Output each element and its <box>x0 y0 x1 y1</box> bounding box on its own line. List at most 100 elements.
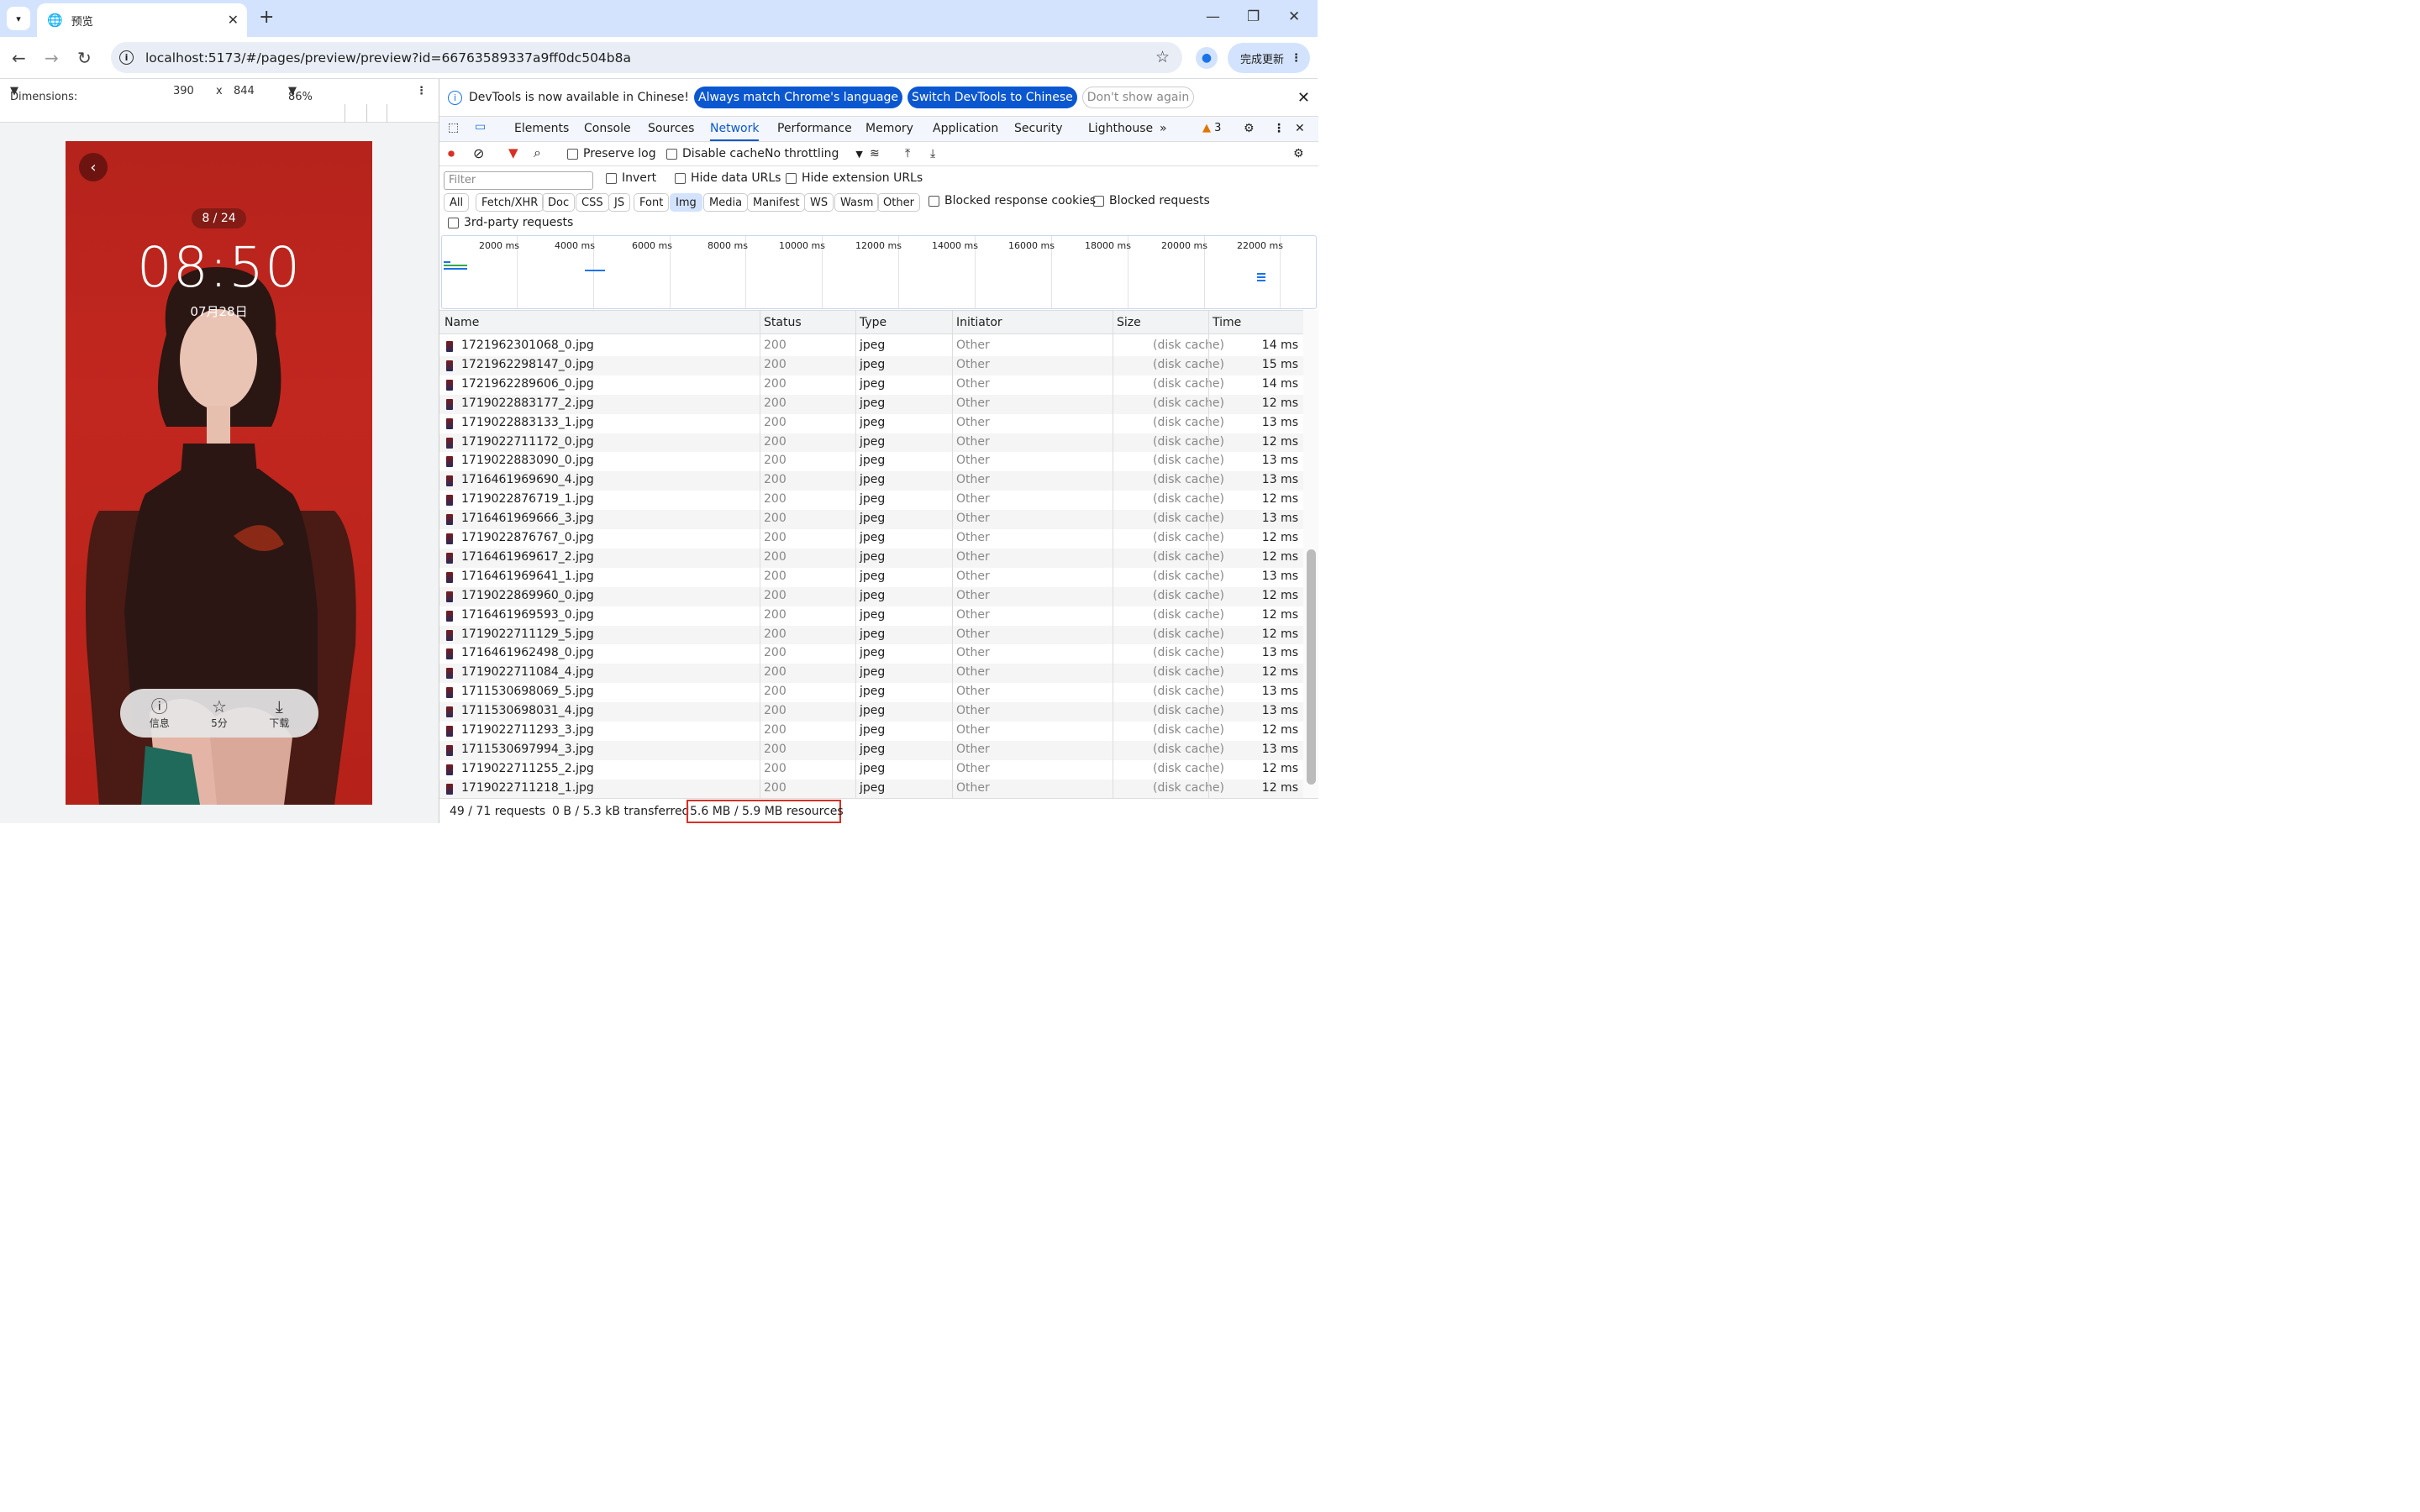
tab-search-button[interactable]: ▾ <box>7 7 30 30</box>
clear-icon[interactable]: ⊘ <box>473 145 484 161</box>
tab-security[interactable]: Security <box>1014 122 1063 135</box>
table-row[interactable]: 1711530697994_3.jpg 200 jpeg Other (disk cac… <box>439 740 1303 760</box>
table-row[interactable]: 1716461969666_3.jpg 200 jpeg Other (disk cac… <box>439 510 1303 529</box>
table-row[interactable]: 1719022711129_5.jpg 200 jpeg Other (disk cac… <box>439 625 1303 645</box>
chip-img[interactable]: Img <box>670 193 702 212</box>
col-status[interactable]: Status <box>764 316 802 329</box>
device-height[interactable]: 844 <box>234 85 255 97</box>
chip-font[interactable]: Font <box>634 193 670 212</box>
table-row[interactable]: 1719022711172_0.jpg 200 jpeg Other (disk cac… <box>439 433 1303 453</box>
download-action[interactable]: ⤓ 下载 <box>269 697 289 730</box>
device-toggle-icon[interactable]: ▭ <box>475 120 486 134</box>
switch-chinese-button[interactable]: Switch DevTools to Chinese <box>907 87 1077 108</box>
close-devtools-icon[interactable]: ✕ <box>1295 122 1305 135</box>
table-row[interactable]: 1716461969593_0.jpg 200 jpeg Other (disk cac… <box>439 606 1303 626</box>
table-row[interactable]: 1711530698031_4.jpg 200 jpeg Other (disk cac… <box>439 702 1303 722</box>
device-width[interactable]: 390 <box>173 85 194 97</box>
throttling-select[interactable]: No throttling ▼ <box>765 147 863 160</box>
col-size[interactable]: Size <box>1117 316 1141 329</box>
table-row[interactable]: 1719022876719_1.jpg 200 jpeg Other (disk cac… <box>439 491 1303 510</box>
network-settings-icon[interactable]: ⚙ <box>1293 147 1304 160</box>
bookmark-star-icon[interactable]: ☆ <box>1155 48 1170 66</box>
blocked-requests-checkbox[interactable]: Blocked requests <box>1093 194 1210 207</box>
search-icon[interactable]: ⌕ <box>534 144 541 161</box>
close-tab-icon[interactable]: ✕ <box>228 12 239 28</box>
table-row[interactable]: 1719022876767_0.jpg 200 jpeg Other (disk cac… <box>439 529 1303 549</box>
table-row[interactable]: 1711530698069_5.jpg 200 jpeg Other (disk cac… <box>439 683 1303 702</box>
chip-other[interactable]: Other <box>877 193 920 212</box>
tab-lighthouse[interactable]: Lighthouse <box>1088 122 1153 135</box>
export-har-icon[interactable]: ⤓ <box>930 147 935 160</box>
filter-icon[interactable]: ▼ <box>508 145 518 160</box>
inspect-element-icon[interactable]: ⬚ <box>448 121 459 134</box>
table-row[interactable]: 1719022711293_3.jpg 200 jpeg Other (disk cac… <box>439 722 1303 741</box>
network-conditions-icon[interactable]: ≋ <box>870 147 880 160</box>
update-button[interactable]: 完成更新 ⋮ <box>1228 43 1310 73</box>
always-match-button[interactable]: Always match Chrome's language <box>694 87 902 108</box>
preserve-log-checkbox[interactable]: Preserve log <box>567 147 656 160</box>
table-row[interactable]: 1719022711084_4.jpg 200 jpeg Other (disk cac… <box>439 664 1303 684</box>
blocked-cookies-checkbox[interactable]: Blocked response cookies <box>929 194 1096 207</box>
chip-fetch-xhr[interactable]: Fetch/XHR <box>476 193 544 212</box>
tab-network[interactable]: Network <box>710 122 760 141</box>
table-row[interactable]: 1716461962498_0.jpg 200 jpeg Other (disk cac… <box>439 644 1303 664</box>
site-info-icon[interactable]: i <box>119 50 134 65</box>
chip-wasm[interactable]: Wasm <box>834 193 880 212</box>
device-more-icon[interactable]: ⋮ <box>416 85 427 97</box>
tab-sources[interactable]: Sources <box>648 122 694 135</box>
table-row[interactable]: 1719022869960_0.jpg 200 jpeg Other (disk cac… <box>439 586 1303 606</box>
invert-checkbox[interactable]: Invert <box>606 171 656 185</box>
tab-elements[interactable]: Elements <box>514 122 569 135</box>
chip-doc[interactable]: Doc <box>542 193 576 212</box>
dont-show-button[interactable]: Don't show again <box>1081 87 1195 108</box>
table-row[interactable]: 1719022883133_1.jpg 200 jpeg Other (disk cac… <box>439 414 1303 433</box>
chip-media[interactable]: Media <box>703 193 749 212</box>
chip-css[interactable]: CSS <box>576 193 609 212</box>
import-har-icon[interactable]: ⤒ <box>905 147 910 160</box>
reload-button[interactable]: ↻ <box>77 48 92 68</box>
record-icon[interactable]: ⏺ <box>448 145 455 162</box>
hide-extension-urls-checkbox[interactable]: Hide extension URLs <box>786 171 923 185</box>
table-row[interactable]: 1719022883090_0.jpg 200 jpeg Other (disk cac… <box>439 452 1303 471</box>
chip-js[interactable]: JS <box>608 193 631 212</box>
table-scrollbar[interactable] <box>1303 310 1318 798</box>
chip-all[interactable]: All <box>444 193 470 212</box>
restore-button[interactable]: ❐ <box>1247 8 1260 25</box>
chip-manifest[interactable]: Manifest <box>747 193 806 212</box>
tab-application[interactable]: Application <box>933 122 998 135</box>
rate-action[interactable]: ☆ 5分 <box>211 697 228 730</box>
warnings-badge[interactable]: ▲ 3 <box>1202 122 1221 134</box>
col-type[interactable]: Type <box>860 316 886 329</box>
settings-icon[interactable]: ⚙ <box>1244 122 1255 135</box>
table-row[interactable]: 1716461969617_2.jpg 200 jpeg Other (disk cac… <box>439 548 1303 568</box>
tab-memory[interactable]: Memory <box>865 122 913 135</box>
zoom-select[interactable]: 86% ▼ <box>288 85 313 103</box>
table-row[interactable]: 1721962301068_0.jpg 200 jpeg Other (disk cac… <box>439 337 1303 356</box>
forward-button[interactable]: → <box>45 48 59 68</box>
device-select[interactable]: Dimensions: iPhone 1... ▼ <box>10 85 77 116</box>
back-circle-button[interactable]: ‹ <box>79 153 108 181</box>
col-time[interactable]: Time <box>1213 316 1241 329</box>
filter-input[interactable]: Filter <box>444 171 593 190</box>
table-row[interactable]: 1721962289606_0.jpg 200 jpeg Other (disk cac… <box>439 375 1303 395</box>
hide-data-urls-checkbox[interactable]: Hide data URLs <box>675 171 781 185</box>
browser-tab[interactable]: 🌐 预览 ✕ <box>37 3 247 37</box>
disable-cache-checkbox[interactable]: Disable cache <box>666 147 765 160</box>
address-bar[interactable]: i localhost:5173/#/pages/preview/preview… <box>111 42 1182 73</box>
more-vert-icon[interactable]: ⋮ <box>1273 122 1285 135</box>
table-row[interactable]: 1719022883177_2.jpg 200 jpeg Other (disk cac… <box>439 394 1303 414</box>
close-icon[interactable]: ✕ <box>1297 89 1310 107</box>
tab-console[interactable]: Console <box>584 122 631 135</box>
table-row[interactable]: 1716461969690_4.jpg 200 jpeg Other (disk cac… <box>439 471 1303 491</box>
info-action[interactable]: ⓘ 信息 <box>150 697 170 730</box>
close-window-button[interactable]: ✕ <box>1288 8 1300 25</box>
chip-ws[interactable]: WS <box>804 193 834 212</box>
more-tabs-icon[interactable]: » <box>1160 122 1167 135</box>
scrollbar-thumb[interactable] <box>1307 549 1316 785</box>
table-row[interactable]: 1719022711255_2.jpg 200 jpeg Other (disk cac… <box>439 760 1303 780</box>
tab-performance[interactable]: Performance <box>777 122 852 135</box>
table-row[interactable]: 1716461969641_1.jpg 200 jpeg Other (disk cac… <box>439 568 1303 587</box>
third-party-checkbox[interactable]: 3rd-party requests <box>448 216 573 229</box>
table-row[interactable]: 1721962298147_0.jpg 200 jpeg Other (disk cac… <box>439 355 1303 375</box>
profile-avatar[interactable]: ● <box>1196 47 1218 69</box>
